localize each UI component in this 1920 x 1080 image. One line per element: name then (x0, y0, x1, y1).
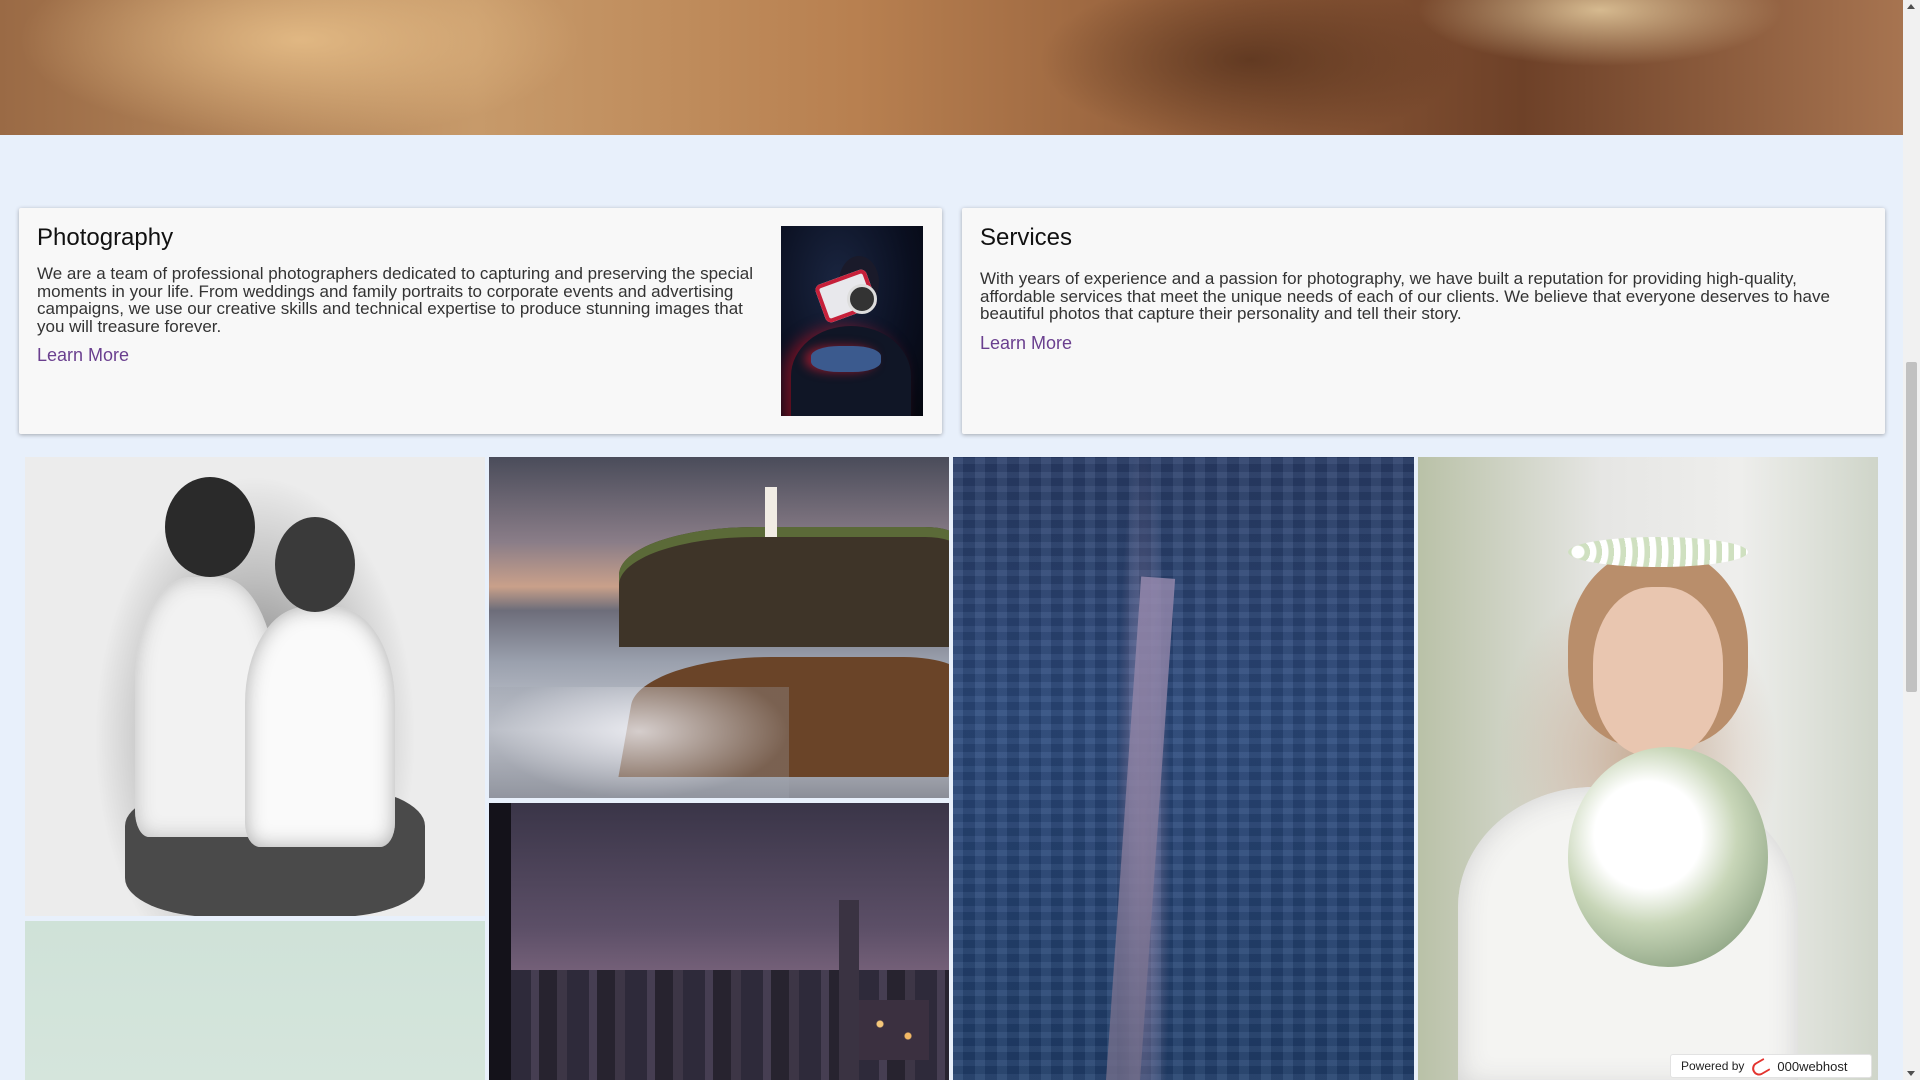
gallery-image-couple[interactable] (25, 457, 485, 916)
city-highway-shape (1104, 576, 1176, 1080)
skyline-foreground-edge-shape (489, 803, 511, 1080)
scrollbar-thumb[interactable] (1906, 362, 1917, 692)
lighthouse-mist-shape (489, 687, 789, 798)
000webhost-logo-icon (1752, 1059, 1772, 1073)
photography-card: Photography We are a team of professiona… (19, 208, 942, 434)
gallery-image-mint[interactable] (25, 921, 485, 1080)
photography-title: Photography (37, 224, 174, 251)
couple-head-right-shape (275, 517, 355, 612)
skyline-lights-shape (859, 1000, 929, 1060)
gallery-image-city-aerial[interactable] (953, 457, 1414, 1080)
bride-flower-crown-shape (1568, 537, 1748, 567)
thumbnail-lens-shape (847, 284, 877, 314)
scroll-up-arrow-icon[interactable] (1907, 4, 1915, 9)
bride-face-shape (1593, 587, 1723, 757)
camera-photo-thumbnail (781, 226, 923, 416)
services-card: Services With years of experience and a … (962, 208, 1885, 434)
services-learn-more-link[interactable]: Learn More (980, 333, 1072, 354)
lighthouse-cliff-shape (619, 527, 949, 647)
lighthouse-tower-shape (765, 487, 777, 537)
skyline-tower-shape (839, 900, 859, 1080)
couple-person-right-shape (245, 607, 395, 847)
gallery-image-lighthouse[interactable] (489, 457, 949, 798)
hero-banner-image (0, 0, 1903, 135)
powered-by-brand: 000webhost (1777, 1058, 1848, 1074)
gallery-image-bride[interactable] (1418, 457, 1878, 1080)
powered-by-label: Powered by (1681, 1059, 1745, 1073)
services-title: Services (980, 224, 1073, 251)
powered-by-badge[interactable]: Powered by 000webhost (1670, 1054, 1872, 1078)
photography-description: We are a team of professional photograph… (37, 264, 754, 336)
gallery-image-night-skyline[interactable] (489, 803, 949, 1080)
vertical-scrollbar[interactable] (1903, 0, 1920, 1080)
thumbnail-hand-shape (811, 346, 881, 372)
scroll-down-arrow-icon[interactable] (1907, 1071, 1915, 1076)
photography-learn-more-link[interactable]: Learn More (37, 345, 129, 366)
bride-bouquet-shape (1568, 747, 1768, 967)
couple-head-left-shape (165, 477, 255, 577)
services-description: With years of experience and a passion f… (980, 269, 1830, 323)
